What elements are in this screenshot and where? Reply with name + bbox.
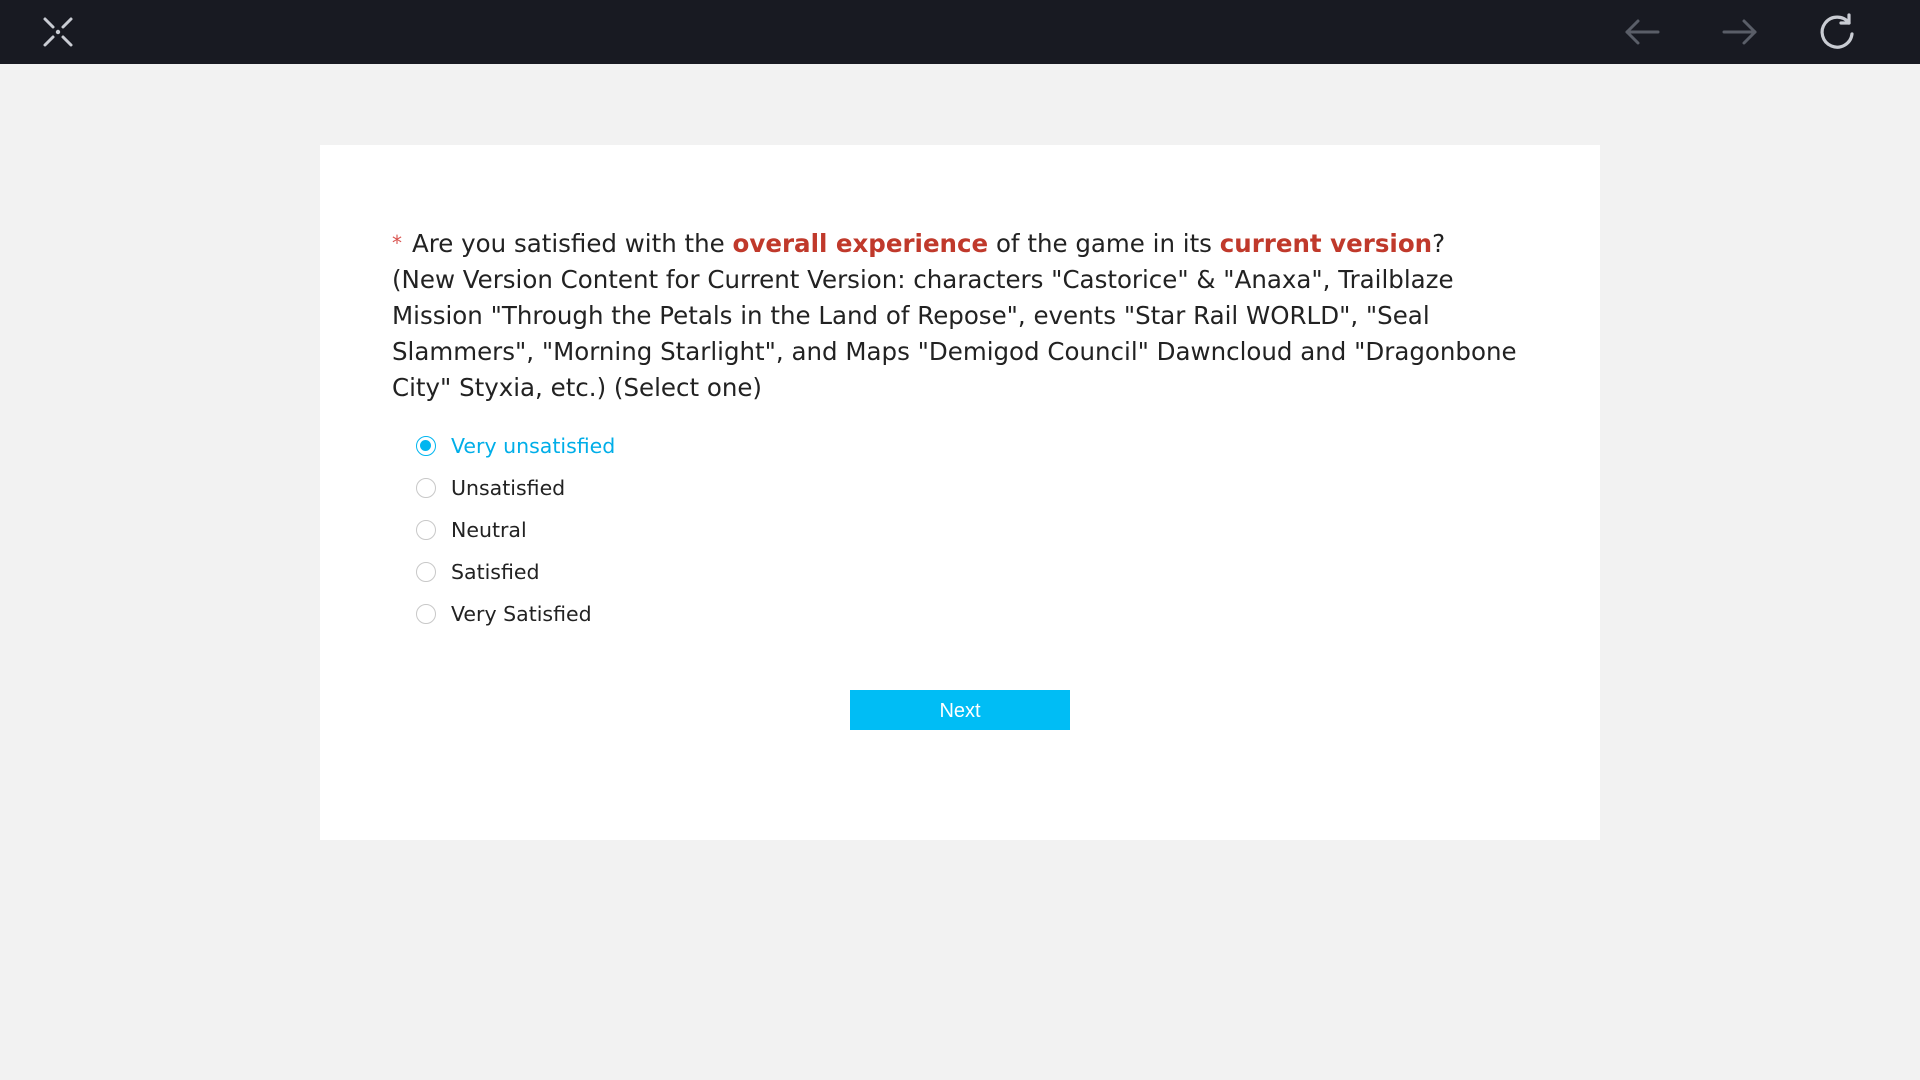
next-button[interactable]: Next xyxy=(850,690,1070,730)
option-neutral[interactable]: Neutral xyxy=(416,509,615,551)
question-highlight-overall-experience: overall experience xyxy=(732,229,989,258)
reload-icon xyxy=(1820,13,1854,49)
top-toolbar xyxy=(0,0,1920,64)
question-part3: ? xyxy=(1432,229,1446,258)
option-label: Satisfied xyxy=(451,560,540,584)
question-text: * Are you satisfied with the overall expe… xyxy=(392,225,1542,406)
question-highlight-current-version: current version xyxy=(1219,229,1433,258)
option-label: Very unsatisfied xyxy=(451,434,616,458)
back-button[interactable] xyxy=(1618,8,1666,56)
option-label: Unsatisfied xyxy=(451,476,566,500)
radio-button[interactable] xyxy=(416,520,436,540)
option-unsatisfied[interactable]: Unsatisfied xyxy=(416,467,615,509)
option-satisfied[interactable]: Satisfied xyxy=(416,551,615,593)
radio-button[interactable] xyxy=(416,562,436,582)
reload-button[interactable] xyxy=(1814,8,1862,56)
question-part1: Are you satisfied with the xyxy=(412,229,733,258)
question-details: (New Version Content for Current Version… xyxy=(392,265,1517,402)
close-x-icon xyxy=(43,17,73,47)
close-button[interactable] xyxy=(34,8,82,56)
options-list: Very unsatisfied Unsatisfied Neutral Sat… xyxy=(416,425,615,635)
question-part2: of the game in its xyxy=(988,229,1220,258)
arrow-right-icon xyxy=(1722,19,1757,45)
option-very-unsatisfied[interactable]: Very unsatisfied xyxy=(416,425,615,467)
option-very-satisfied[interactable]: Very Satisfied xyxy=(416,593,615,635)
radio-button[interactable] xyxy=(416,478,436,498)
survey-card: * Are you satisfied with the overall expe… xyxy=(320,145,1600,840)
forward-button[interactable] xyxy=(1716,8,1764,56)
radio-button[interactable] xyxy=(416,436,436,456)
option-label: Very Satisfied xyxy=(451,602,592,626)
radio-button[interactable] xyxy=(416,604,436,624)
option-label: Neutral xyxy=(451,518,527,542)
required-marker: * xyxy=(392,231,402,255)
arrow-left-icon xyxy=(1625,19,1660,45)
